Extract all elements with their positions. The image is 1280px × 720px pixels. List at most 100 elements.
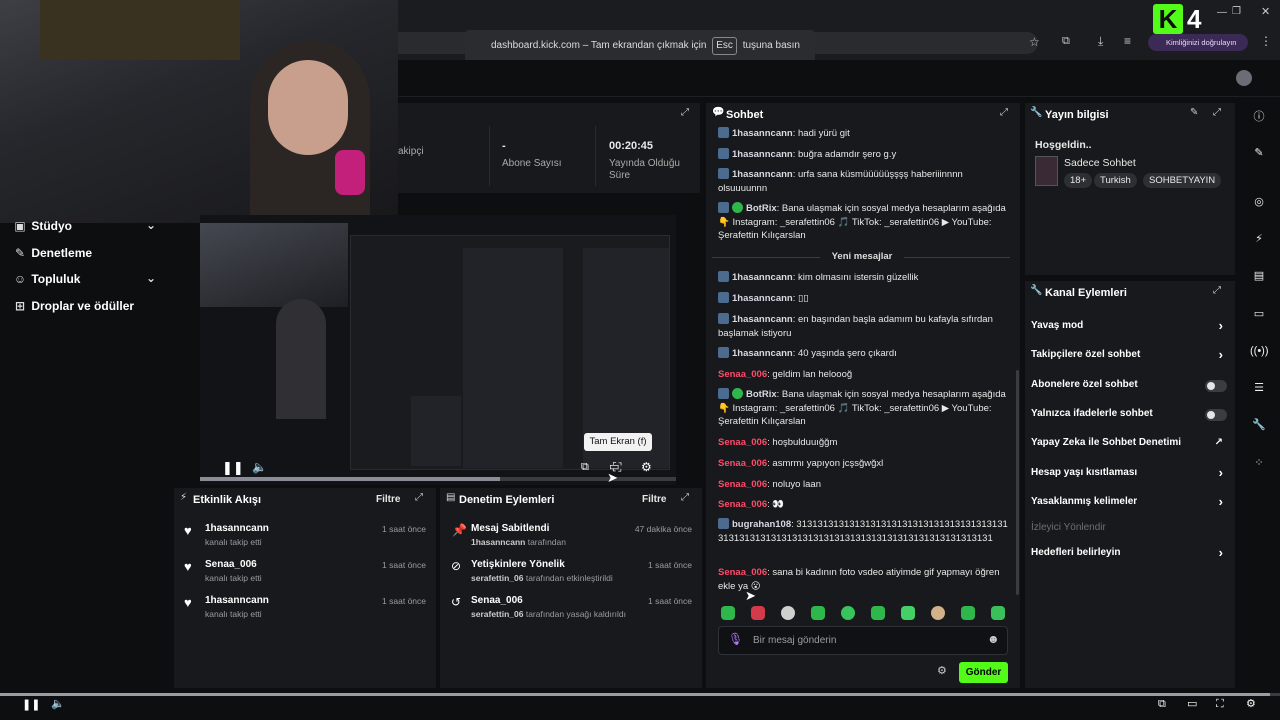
emote-icon[interactable] <box>811 606 825 620</box>
pencil-icon[interactable]: ✎ <box>1250 148 1268 166</box>
chat-username[interactable]: Senaa_006 <box>718 437 767 448</box>
chat-icon[interactable]: ▭ <box>1250 309 1268 327</box>
emote-icon[interactable] <box>901 606 915 620</box>
wrench-icon[interactable]: 🔧 <box>1250 420 1268 438</box>
sidebar-item-moderation[interactable]: ✎ Denetleme <box>12 246 92 260</box>
chat-username[interactable]: 1hasanncann <box>732 348 793 359</box>
channel-action-slow-mode[interactable]: Yavaş mod › <box>1031 319 1229 338</box>
channel-action-banned-words[interactable]: Yasaklanmış kelimeler › <box>1031 494 1229 514</box>
document-icon[interactable]: ▤ <box>1250 271 1268 289</box>
stat-label: Abone Sayısı <box>502 158 562 169</box>
chat-username[interactable]: 1hasanncann <box>732 169 793 180</box>
channel-action-followers-only[interactable]: Takipçilere özel sohbet › <box>1031 348 1229 367</box>
chat-username[interactable]: bugrahan108 <box>732 519 791 530</box>
tag-chip[interactable]: SOHBETYAYIN <box>1143 173 1222 188</box>
pause-icon[interactable]: ❚❚ <box>22 700 40 711</box>
broadcast-icon[interactable]: ((•)) <box>1250 346 1269 364</box>
fullscreen-icon[interactable]: ⛶ <box>1216 699 1224 710</box>
chat-username[interactable]: Senaa_006 <box>718 499 767 510</box>
lightning-icon[interactable]: ⚡ <box>1250 234 1268 252</box>
emote-icon[interactable] <box>961 606 975 620</box>
expand-icon[interactable]: ⤢ <box>1213 286 1221 296</box>
chat-username[interactable]: 1hasanncann <box>732 128 793 139</box>
avatar[interactable] <box>1236 70 1252 86</box>
star-icon[interactable]: ☆ <box>1029 36 1040 48</box>
restore-icon[interactable]: ❐ <box>1232 7 1241 17</box>
mod-action-actor[interactable]: 1hasanncann <box>471 537 525 547</box>
mod-action-time: 47 dakika önce <box>634 524 692 534</box>
emote-icon[interactable] <box>751 606 765 620</box>
chat-username[interactable]: BotRix <box>746 389 777 400</box>
pause-icon[interactable]: ❚❚ <box>222 461 244 474</box>
chat-username[interactable]: 1hasanncann <box>732 293 793 304</box>
microphone-icon[interactable]: 🎙 <box>728 633 743 645</box>
channel-action-label: Abonelere özel sohbet <box>1031 379 1138 390</box>
volume-icon[interactable]: 🔈 <box>252 461 267 473</box>
download-icon[interactable]: ⤓ <box>1098 35 1103 47</box>
chat-username[interactable]: 1hasanncann <box>732 149 793 160</box>
mod-action-actor[interactable]: serafettin_06 <box>471 573 523 583</box>
subscribers-only-toggle[interactable] <box>1205 380 1227 392</box>
apps-icon[interactable]: ⁘ <box>1250 458 1268 476</box>
chat-username[interactable]: 1hasanncann <box>732 314 793 325</box>
pip-icon[interactable]: ⧉ <box>1158 699 1166 710</box>
channel-action-ai-moderation[interactable]: Yapay Zeka ile Sohbet Denetimi ↗ <box>1031 437 1229 455</box>
emote-icon[interactable] <box>721 606 735 620</box>
channel-action-goals[interactable]: Hedefleri belirleyin › <box>1031 546 1229 565</box>
fullscreen-notice-text-2: tuşuna basın <box>742 40 800 51</box>
expand-icon[interactable]: ⤢ <box>681 493 689 503</box>
settings-icon[interactable]: ⚙ <box>937 666 947 677</box>
mod-action-suffix: tarafından etkinleştirildi <box>525 573 613 583</box>
mod-action-actor[interactable]: serafettin_06 <box>471 609 523 619</box>
expand-icon[interactable]: ⤢ <box>1213 108 1221 118</box>
extension-icon[interactable]: ⧉ <box>1062 36 1070 47</box>
target-icon[interactable]: ◎ <box>1250 197 1268 215</box>
expand-icon[interactable]: ⤢ <box>415 493 423 503</box>
chat-scrollbar[interactable] <box>1016 370 1019 595</box>
menu-icon[interactable]: ≡ <box>1124 35 1131 47</box>
tag-chip[interactable]: Turkish <box>1094 173 1137 188</box>
profile-chip[interactable]: Kimliğinizi doğrulayın <box>1148 34 1248 51</box>
gift-icon: ⊞ <box>14 299 26 313</box>
chat-username[interactable]: Senaa_006 <box>718 369 767 380</box>
chat-username[interactable]: Senaa_006 <box>718 479 767 490</box>
activity-feed-filter[interactable]: Filtre <box>376 494 400 505</box>
chat-username[interactable]: 1hasanncann <box>732 272 793 283</box>
stat-value: 00:20:45 <box>609 140 654 152</box>
tag-chip[interactable]: 18+ <box>1064 173 1093 188</box>
verified-icon <box>732 202 743 213</box>
pip-icon[interactable]: ⧉ <box>581 462 589 473</box>
mod-actions-filter[interactable]: Filtre <box>642 494 666 505</box>
sidebar-item-community[interactable]: ☺ Topluluk ⌄ <box>12 272 156 286</box>
video-webcam-mini <box>200 223 348 307</box>
layout-icon[interactable]: ☰ <box>1250 383 1268 401</box>
chat-username[interactable]: Senaa_006 <box>718 458 767 469</box>
edit-icon[interactable]: ✎ <box>1190 108 1198 118</box>
emote-icon[interactable] <box>991 606 1005 620</box>
emote-icon[interactable] <box>871 606 885 620</box>
settings-icon[interactable]: ⚙ <box>1246 699 1256 710</box>
chat-username[interactable]: BotRix <box>746 203 777 214</box>
chevron-right-icon: › <box>1218 494 1223 509</box>
emote-icon[interactable] <box>931 606 945 620</box>
fullscreen-tooltip: Tam Ekran (f) <box>584 433 652 451</box>
expand-icon[interactable]: ⤢ <box>1000 108 1008 118</box>
channel-action-account-age[interactable]: Hesap yaşı kısıtlaması › <box>1031 466 1229 485</box>
emote-only-toggle[interactable] <box>1205 409 1227 421</box>
minimize-icon[interactable]: — <box>1217 8 1227 18</box>
theater-icon[interactable]: ▭ <box>1187 699 1197 710</box>
send-button[interactable]: Gönder <box>959 662 1008 683</box>
chat-username[interactable]: Senaa_006 <box>718 567 767 578</box>
more-vert-icon[interactable]: ⋮ <box>1260 35 1272 47</box>
settings-icon[interactable]: ⚙ <box>641 461 652 473</box>
webcam-headphone <box>335 150 365 195</box>
emoji-icon[interactable]: ☻ <box>987 633 1000 645</box>
sidebar-item-drops[interactable]: ⊞ Droplar ve ödüller <box>12 299 134 313</box>
sidebar-item-studio[interactable]: ▣ Stüdyo ⌄ <box>12 219 156 233</box>
emote-icon[interactable] <box>781 606 795 620</box>
volume-icon[interactable]: 🔈 <box>51 699 65 710</box>
info-icon[interactable]: ⓘ <box>1250 112 1268 130</box>
expand-icon[interactable]: ⤢ <box>681 108 689 118</box>
close-icon[interactable]: ✕ <box>1261 7 1270 18</box>
emote-icon[interactable] <box>841 606 855 620</box>
